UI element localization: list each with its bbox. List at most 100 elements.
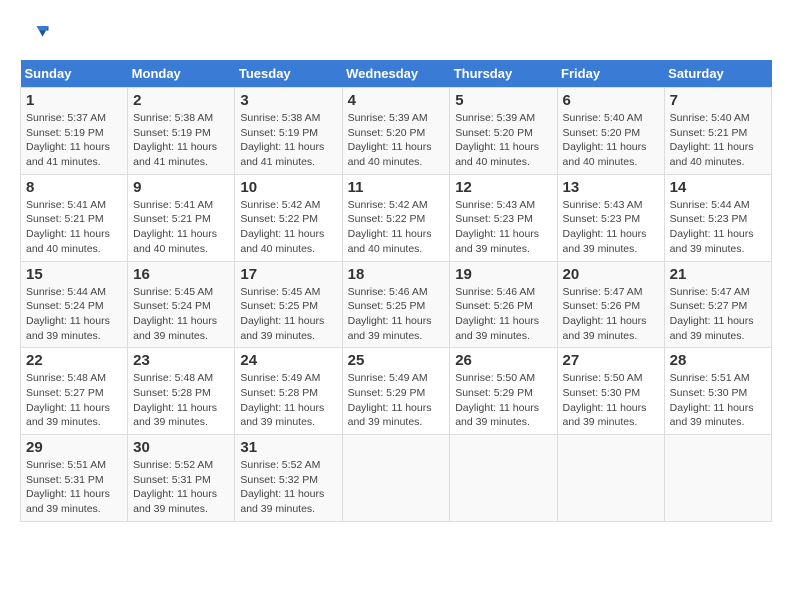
calendar-table: SundayMondayTuesdayWednesdayThursdayFrid… (20, 60, 772, 522)
day-info: Sunrise: 5:47 AM Sunset: 5:26 PM Dayligh… (563, 285, 659, 344)
calendar-cell: 8 Sunrise: 5:41 AM Sunset: 5:21 PM Dayli… (21, 174, 128, 261)
day-number: 31 (240, 439, 336, 456)
day-info: Sunrise: 5:44 AM Sunset: 5:24 PM Dayligh… (26, 285, 122, 344)
day-info: Sunrise: 5:52 AM Sunset: 5:31 PM Dayligh… (133, 458, 229, 517)
day-info: Sunrise: 5:47 AM Sunset: 5:27 PM Dayligh… (670, 285, 766, 344)
day-number: 4 (348, 92, 445, 109)
calendar-cell: 7 Sunrise: 5:40 AM Sunset: 5:21 PM Dayli… (664, 88, 771, 175)
logo-icon (20, 20, 50, 50)
day-info: Sunrise: 5:38 AM Sunset: 5:19 PM Dayligh… (133, 111, 229, 170)
page-header (20, 20, 772, 50)
header-cell-monday: Monday (128, 60, 235, 88)
day-info: Sunrise: 5:37 AM Sunset: 5:19 PM Dayligh… (26, 111, 122, 170)
day-number: 22 (26, 352, 122, 369)
header-cell-friday: Friday (557, 60, 664, 88)
day-number: 20 (563, 266, 659, 283)
day-number: 19 (455, 266, 551, 283)
day-number: 27 (563, 352, 659, 369)
day-number: 13 (563, 179, 659, 196)
calendar-cell (450, 435, 557, 522)
calendar-cell: 16 Sunrise: 5:45 AM Sunset: 5:24 PM Dayl… (128, 261, 235, 348)
day-info: Sunrise: 5:52 AM Sunset: 5:32 PM Dayligh… (240, 458, 336, 517)
calendar-cell: 19 Sunrise: 5:46 AM Sunset: 5:26 PM Dayl… (450, 261, 557, 348)
day-number: 11 (348, 179, 445, 196)
day-info: Sunrise: 5:51 AM Sunset: 5:30 PM Dayligh… (670, 371, 766, 430)
calendar-cell: 6 Sunrise: 5:40 AM Sunset: 5:20 PM Dayli… (557, 88, 664, 175)
day-info: Sunrise: 5:43 AM Sunset: 5:23 PM Dayligh… (563, 198, 659, 257)
calendar-cell: 10 Sunrise: 5:42 AM Sunset: 5:22 PM Dayl… (235, 174, 342, 261)
day-info: Sunrise: 5:50 AM Sunset: 5:29 PM Dayligh… (455, 371, 551, 430)
day-info: Sunrise: 5:40 AM Sunset: 5:21 PM Dayligh… (670, 111, 766, 170)
day-number: 8 (26, 179, 122, 196)
day-number: 1 (26, 92, 122, 109)
calendar-cell: 1 Sunrise: 5:37 AM Sunset: 5:19 PM Dayli… (21, 88, 128, 175)
calendar-cell: 11 Sunrise: 5:42 AM Sunset: 5:22 PM Dayl… (342, 174, 450, 261)
calendar-cell: 4 Sunrise: 5:39 AM Sunset: 5:20 PM Dayli… (342, 88, 450, 175)
calendar-cell: 17 Sunrise: 5:45 AM Sunset: 5:25 PM Dayl… (235, 261, 342, 348)
day-number: 7 (670, 92, 766, 109)
day-number: 15 (26, 266, 122, 283)
day-info: Sunrise: 5:39 AM Sunset: 5:20 PM Dayligh… (455, 111, 551, 170)
calendar-cell: 9 Sunrise: 5:41 AM Sunset: 5:21 PM Dayli… (128, 174, 235, 261)
calendar-cell: 2 Sunrise: 5:38 AM Sunset: 5:19 PM Dayli… (128, 88, 235, 175)
day-number: 2 (133, 92, 229, 109)
day-info: Sunrise: 5:50 AM Sunset: 5:30 PM Dayligh… (563, 371, 659, 430)
calendar-cell: 30 Sunrise: 5:52 AM Sunset: 5:31 PM Dayl… (128, 435, 235, 522)
day-number: 10 (240, 179, 336, 196)
calendar-cell: 22 Sunrise: 5:48 AM Sunset: 5:27 PM Dayl… (21, 348, 128, 435)
day-info: Sunrise: 5:45 AM Sunset: 5:24 PM Dayligh… (133, 285, 229, 344)
calendar-cell: 29 Sunrise: 5:51 AM Sunset: 5:31 PM Dayl… (21, 435, 128, 522)
day-number: 21 (670, 266, 766, 283)
day-info: Sunrise: 5:46 AM Sunset: 5:26 PM Dayligh… (455, 285, 551, 344)
day-info: Sunrise: 5:49 AM Sunset: 5:28 PM Dayligh… (240, 371, 336, 430)
day-number: 25 (348, 352, 445, 369)
calendar-cell: 18 Sunrise: 5:46 AM Sunset: 5:25 PM Dayl… (342, 261, 450, 348)
header-cell-saturday: Saturday (664, 60, 771, 88)
day-number: 18 (348, 266, 445, 283)
calendar-cell (342, 435, 450, 522)
calendar-cell: 3 Sunrise: 5:38 AM Sunset: 5:19 PM Dayli… (235, 88, 342, 175)
day-info: Sunrise: 5:43 AM Sunset: 5:23 PM Dayligh… (455, 198, 551, 257)
week-row-2: 8 Sunrise: 5:41 AM Sunset: 5:21 PM Dayli… (21, 174, 772, 261)
day-number: 26 (455, 352, 551, 369)
header-cell-thursday: Thursday (450, 60, 557, 88)
calendar-cell: 27 Sunrise: 5:50 AM Sunset: 5:30 PM Dayl… (557, 348, 664, 435)
day-number: 17 (240, 266, 336, 283)
day-number: 12 (455, 179, 551, 196)
day-number: 6 (563, 92, 659, 109)
header-cell-wednesday: Wednesday (342, 60, 450, 88)
logo (20, 20, 54, 50)
calendar-cell: 31 Sunrise: 5:52 AM Sunset: 5:32 PM Dayl… (235, 435, 342, 522)
day-info: Sunrise: 5:39 AM Sunset: 5:20 PM Dayligh… (348, 111, 445, 170)
day-number: 9 (133, 179, 229, 196)
calendar-cell: 20 Sunrise: 5:47 AM Sunset: 5:26 PM Dayl… (557, 261, 664, 348)
day-number: 23 (133, 352, 229, 369)
day-info: Sunrise: 5:41 AM Sunset: 5:21 PM Dayligh… (133, 198, 229, 257)
calendar-cell (557, 435, 664, 522)
day-number: 30 (133, 439, 229, 456)
day-number: 16 (133, 266, 229, 283)
calendar-cell: 15 Sunrise: 5:44 AM Sunset: 5:24 PM Dayl… (21, 261, 128, 348)
day-number: 28 (670, 352, 766, 369)
day-info: Sunrise: 5:48 AM Sunset: 5:28 PM Dayligh… (133, 371, 229, 430)
calendar-cell: 13 Sunrise: 5:43 AM Sunset: 5:23 PM Dayl… (557, 174, 664, 261)
calendar-cell: 25 Sunrise: 5:49 AM Sunset: 5:29 PM Dayl… (342, 348, 450, 435)
header-cell-tuesday: Tuesday (235, 60, 342, 88)
day-info: Sunrise: 5:49 AM Sunset: 5:29 PM Dayligh… (348, 371, 445, 430)
week-row-3: 15 Sunrise: 5:44 AM Sunset: 5:24 PM Dayl… (21, 261, 772, 348)
day-info: Sunrise: 5:45 AM Sunset: 5:25 PM Dayligh… (240, 285, 336, 344)
day-info: Sunrise: 5:46 AM Sunset: 5:25 PM Dayligh… (348, 285, 445, 344)
calendar-cell: 24 Sunrise: 5:49 AM Sunset: 5:28 PM Dayl… (235, 348, 342, 435)
day-number: 14 (670, 179, 766, 196)
day-info: Sunrise: 5:51 AM Sunset: 5:31 PM Dayligh… (26, 458, 122, 517)
day-info: Sunrise: 5:42 AM Sunset: 5:22 PM Dayligh… (348, 198, 445, 257)
calendar-cell: 23 Sunrise: 5:48 AM Sunset: 5:28 PM Dayl… (128, 348, 235, 435)
calendar-cell: 12 Sunrise: 5:43 AM Sunset: 5:23 PM Dayl… (450, 174, 557, 261)
header-cell-sunday: Sunday (21, 60, 128, 88)
calendar-cell: 14 Sunrise: 5:44 AM Sunset: 5:23 PM Dayl… (664, 174, 771, 261)
calendar-cell: 26 Sunrise: 5:50 AM Sunset: 5:29 PM Dayl… (450, 348, 557, 435)
day-info: Sunrise: 5:40 AM Sunset: 5:20 PM Dayligh… (563, 111, 659, 170)
day-info: Sunrise: 5:48 AM Sunset: 5:27 PM Dayligh… (26, 371, 122, 430)
calendar-cell: 28 Sunrise: 5:51 AM Sunset: 5:30 PM Dayl… (664, 348, 771, 435)
calendar-cell: 21 Sunrise: 5:47 AM Sunset: 5:27 PM Dayl… (664, 261, 771, 348)
